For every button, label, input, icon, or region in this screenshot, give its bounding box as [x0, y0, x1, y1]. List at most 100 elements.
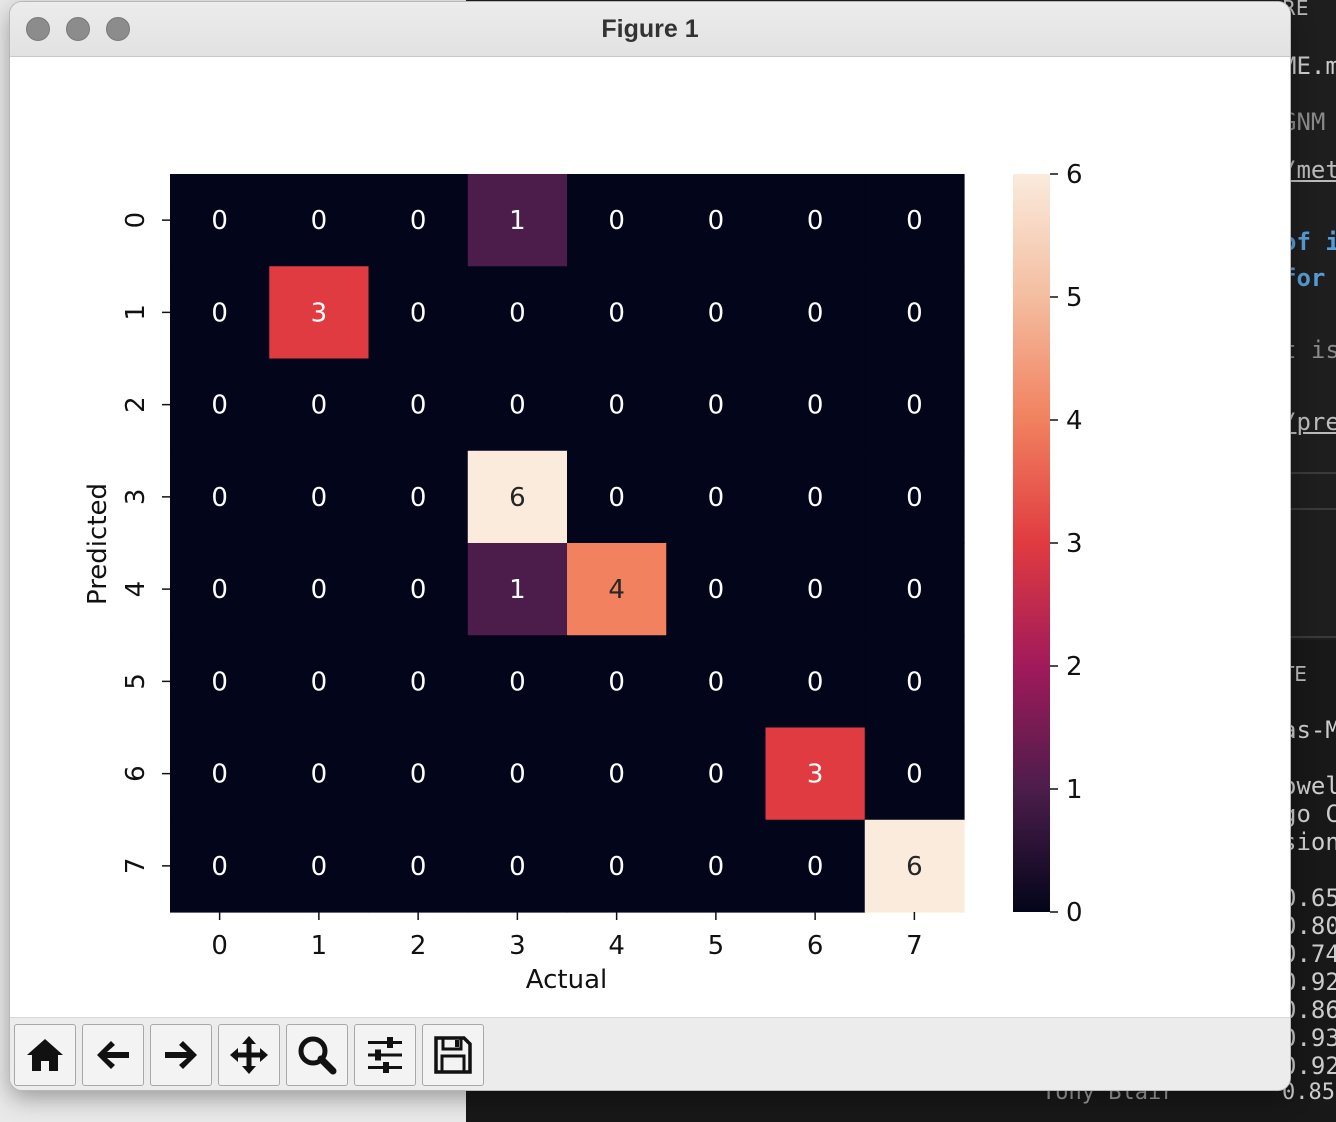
colorbar-tick-label: 6: [1066, 160, 1083, 190]
pan-button[interactable]: [218, 1024, 280, 1086]
x-axis-label: Actual: [526, 965, 607, 995]
background-text-line: 0.65: [1282, 884, 1336, 912]
x-tick-label: 7: [906, 931, 923, 961]
cell-value-label: 0: [708, 852, 725, 882]
cell-value-label: 0: [708, 760, 725, 790]
cell-value-label: 0: [410, 575, 427, 605]
y-tick-label: 6: [121, 765, 151, 782]
cell-value-label: 4: [608, 575, 625, 605]
cell-value-label: 0: [509, 760, 526, 790]
cell-value-label: 0: [311, 852, 328, 882]
background-tab-label: RE: [1282, 0, 1309, 20]
colorbar-tick-label: 3: [1066, 529, 1083, 559]
background-text-line: for: [1282, 264, 1326, 292]
colorbar-tick-label: 4: [1066, 406, 1083, 436]
background-text-line: of i: [1282, 228, 1336, 256]
back-button[interactable]: [82, 1024, 144, 1086]
cell-value-label: 0: [807, 483, 824, 513]
cell-value-label: 0: [807, 852, 824, 882]
cell-value-label: 0: [211, 760, 228, 790]
cell-value-label: 0: [608, 483, 625, 513]
home-icon: [27, 1039, 63, 1071]
cell-value-label: 0: [311, 667, 328, 697]
figure-canvas[interactable]: 0 0 0 1 0 0 0 0 0 3 0 0 0 0 0 0 0 0 0 0 0 0 0 0 0 0 0 6 0 0 0 0 0 0 0 1 4 0 0 0…: [10, 57, 1290, 1017]
cell-value-label: 0: [608, 760, 625, 790]
x-tick-label: 5: [708, 931, 725, 961]
cell-value-label: 6: [906, 852, 923, 882]
cell-value-label: 0: [807, 575, 824, 605]
cell-value-label: 0: [608, 206, 625, 236]
x-tick-label: 0: [211, 931, 228, 961]
cell-value-label: 0: [311, 575, 328, 605]
title-bar[interactable]: Figure 1: [10, 2, 1290, 57]
heatmap-cells: [170, 174, 965, 913]
colorbar-tick-label: 1: [1066, 775, 1083, 805]
cell-value-label: 0: [211, 852, 228, 882]
x-axis-ticks: 0 1 2 3 4 5 6 7: [211, 912, 923, 961]
x-tick-label: 6: [807, 931, 824, 961]
cell-value-label: 0: [211, 575, 228, 605]
cell-value-label: 0: [906, 391, 923, 421]
cell-value-label: 3: [311, 298, 328, 328]
cell-value-label: 0: [906, 760, 923, 790]
cell-value-label: 0: [410, 852, 427, 882]
save-button[interactable]: [422, 1024, 484, 1086]
cell-value-label: 0: [410, 391, 427, 421]
cell-value-label: 0: [509, 391, 526, 421]
y-tick-label: 0: [121, 212, 151, 229]
forward-button[interactable]: [150, 1024, 212, 1086]
cell-value-label: 0: [509, 667, 526, 697]
background-text-line: 0.74: [1282, 940, 1336, 968]
cell-value-label: 0: [906, 667, 923, 697]
cell-value-label: 0: [906, 298, 923, 328]
background-text-line: 0.85: [1282, 1080, 1335, 1105]
x-tick-label: 2: [410, 931, 427, 961]
colorbar-tick-label: 5: [1066, 283, 1083, 313]
configure-subplots-icon: [368, 1037, 402, 1073]
cell-value-label: 0: [410, 298, 427, 328]
cell-value-label: 0: [211, 206, 228, 236]
background-text-line: 0.80: [1282, 912, 1336, 940]
cell-value-label: 0: [807, 298, 824, 328]
background-text-line: as-M: [1282, 716, 1336, 744]
confusion-matrix-heatmap: 0 0 0 1 0 0 0 0 0 3 0 0 0 0 0 0 0 0 0 0 0 0 0 0 0 0 0 6 0 0 0 0 0 0 0 1 4 0 0 0…: [83, 160, 1083, 995]
background-text-line: sion: [1282, 828, 1336, 856]
background-text-line: 0.93: [1282, 1024, 1336, 1052]
y-axis-label: Predicted: [83, 483, 113, 605]
background-text-line: ME.m: [1282, 52, 1336, 80]
y-tick-label: 4: [121, 581, 151, 598]
cell-value-label: 0: [708, 667, 725, 697]
cell-value-label: 1: [509, 206, 526, 236]
y-tick-label: 7: [121, 858, 151, 875]
cell-value-label: 0: [608, 667, 625, 697]
background-text-line: t is: [1282, 336, 1336, 364]
background-divider: [1290, 508, 1336, 510]
pan-icon: [230, 1036, 268, 1074]
background-text-line: 0.92: [1282, 968, 1336, 996]
colorbar-tick-label: 2: [1066, 652, 1083, 682]
cell-value-label: 3: [807, 760, 824, 790]
figure-window: Figure 1 0001000003000000000000000006000…: [10, 2, 1290, 1090]
cell-value-label: 0: [807, 206, 824, 236]
background-text-line: 0.92: [1282, 1052, 1336, 1080]
cell-value-label: 0: [410, 760, 427, 790]
y-axis-ticks: 0 1 2 3 4 5 6 7: [121, 212, 170, 874]
back-arrow-icon: [97, 1041, 129, 1069]
cell-value-label: 0: [608, 391, 625, 421]
configure-subplots-button[interactable]: [354, 1024, 416, 1086]
cell-value-label: 6: [509, 483, 526, 513]
cell-value-label: 1: [509, 575, 526, 605]
colorbar-ticks: 0 1 2 3 4 5 6: [1050, 160, 1083, 928]
colorbar: [1013, 174, 1050, 912]
cell-value-label: 0: [311, 483, 328, 513]
cell-value-label: 0: [311, 391, 328, 421]
cell-value-label: 0: [807, 667, 824, 697]
home-button[interactable]: [14, 1024, 76, 1086]
cell-value-label: 0: [211, 391, 228, 421]
cell-value-label: 0: [708, 391, 725, 421]
zoom-button[interactable]: [286, 1024, 348, 1086]
cell-value-label: 0: [311, 760, 328, 790]
cell-value-label: 0: [906, 483, 923, 513]
save-icon: [434, 1036, 472, 1074]
cell-value-label: 0: [410, 483, 427, 513]
